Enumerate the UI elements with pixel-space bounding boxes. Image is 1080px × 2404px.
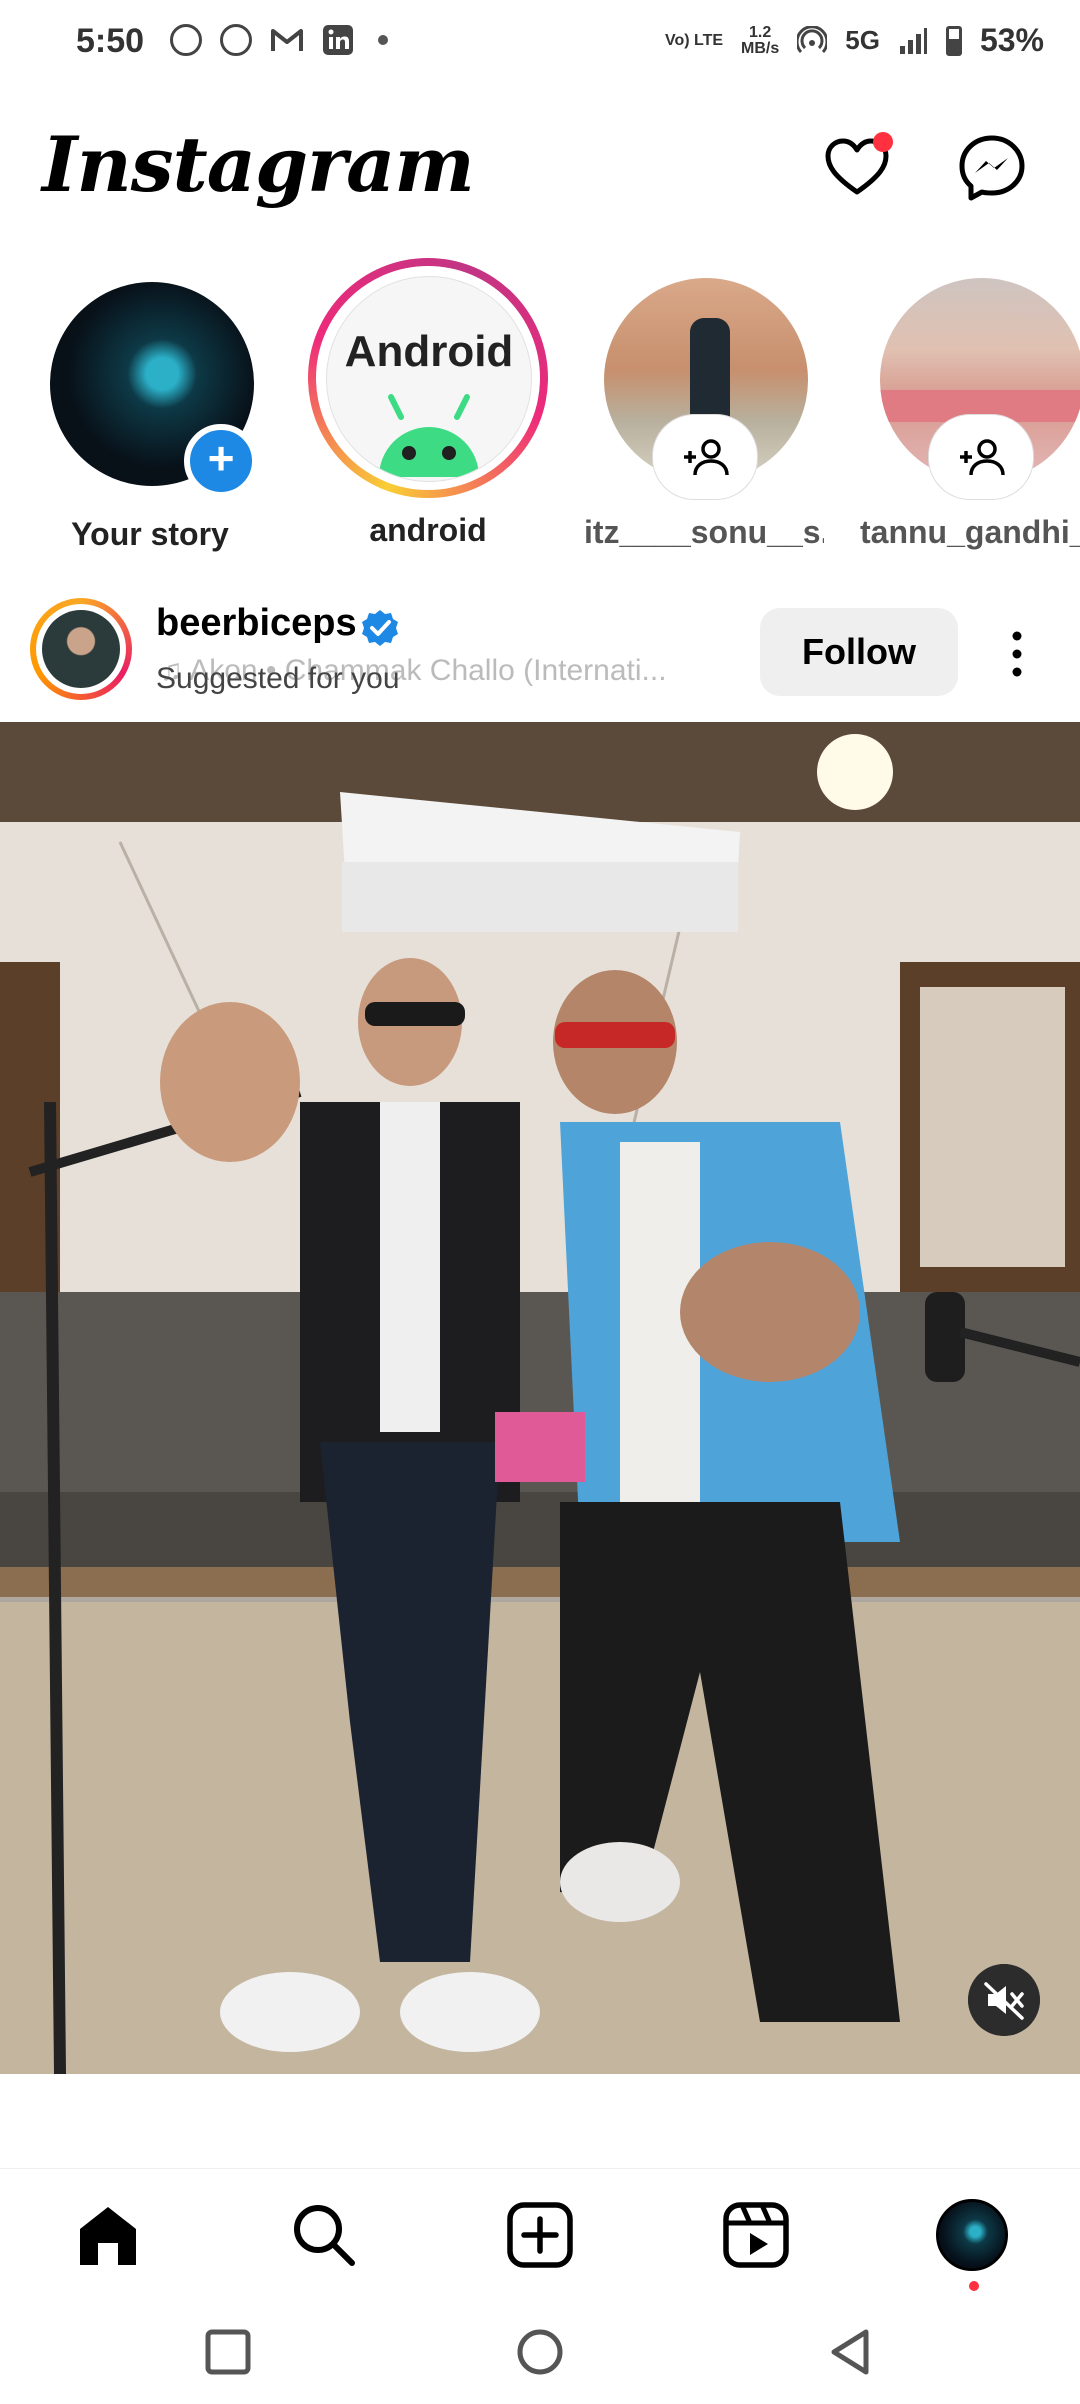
android-robot-icon (379, 394, 479, 477)
profile-avatar[interactable] (936, 2199, 1008, 2271)
app-header: Instagram (0, 110, 1080, 220)
post-photo (0, 722, 1080, 2074)
notification-icons (170, 24, 388, 56)
battery-level: 53% (979, 22, 1044, 58)
add-person-icon (960, 439, 1005, 476)
story-label: Your story (71, 516, 229, 552)
create-icon[interactable] (504, 2199, 576, 2271)
verified-icon (362, 610, 398, 646)
data-speed-unit: MB/s (741, 39, 780, 57)
story-label: tannu_gandhi_. (860, 514, 1080, 550)
network-type: 5G (845, 25, 880, 55)
post-header: beerbiceps ♫ Akon • Chammak Challo (Inte… (0, 582, 1080, 722)
more-options-icon[interactable] (1000, 626, 1034, 682)
status-bar: 5:50 Vo) LTE 1.2 MB/s 5G 53% (0, 0, 1080, 90)
notification-badge (873, 132, 893, 152)
data-speed-value: 1.2 (749, 23, 772, 41)
recents-icon[interactable] (202, 2326, 254, 2378)
linkedin-icon (323, 25, 353, 55)
app-notification-icon (220, 24, 252, 56)
system-navigation (0, 2300, 1080, 2404)
reels-icon[interactable] (720, 2199, 792, 2271)
follow-user-button[interactable] (652, 414, 758, 500)
follow-user-button[interactable] (928, 414, 1034, 500)
post-username[interactable]: beerbiceps (156, 602, 357, 645)
status-indicators: Vo) LTE 1.2 MB/s 5G 53% (665, 22, 1044, 59)
messenger-icon[interactable] (956, 132, 1028, 204)
whatsapp-icon (170, 24, 202, 56)
post-avatar[interactable] (42, 610, 120, 688)
back-icon[interactable] (824, 2326, 876, 2378)
add-person-icon (684, 439, 729, 476)
signal-icon (899, 27, 927, 54)
story-suggested-2[interactable]: tannu_gandhi_. (860, 258, 1080, 558)
home-button-icon[interactable] (514, 2326, 566, 2378)
status-time: 5:50 (76, 22, 145, 60)
more-notifications-dot (378, 35, 388, 45)
instagram-logo[interactable]: Instagram (42, 120, 475, 209)
story-label: android (369, 512, 487, 548)
mute-icon[interactable] (968, 1964, 1040, 2036)
post-media[interactable] (0, 722, 1080, 2074)
home-icon[interactable] (72, 2199, 144, 2271)
follow-button[interactable]: Follow (760, 608, 958, 696)
post-suggested-label: Suggested for you (156, 662, 400, 695)
story-suggested-1[interactable]: itz____sonu__s... (584, 258, 824, 558)
stories-tray: + Your story Android android itz____sonu… (0, 258, 1080, 558)
bottom-nav (0, 2168, 1080, 2299)
android-avatar-text: Android (344, 327, 514, 376)
add-story-icon[interactable]: + (184, 424, 258, 498)
data-speed: 1.2 MB/s (741, 23, 780, 57)
search-icon[interactable] (288, 2199, 360, 2271)
story-your-story[interactable]: + Your story (30, 258, 270, 558)
profile-notification-dot (969, 2281, 979, 2291)
android-avatar: Android (326, 276, 532, 482)
story-label: itz____sonu__s... (584, 514, 824, 550)
battery-icon (945, 25, 962, 56)
story-android[interactable]: Android android (308, 258, 548, 558)
hotspot-icon (797, 25, 828, 53)
gmail-icon (271, 29, 303, 51)
volte-indicator: Vo) LTE (664, 31, 724, 49)
